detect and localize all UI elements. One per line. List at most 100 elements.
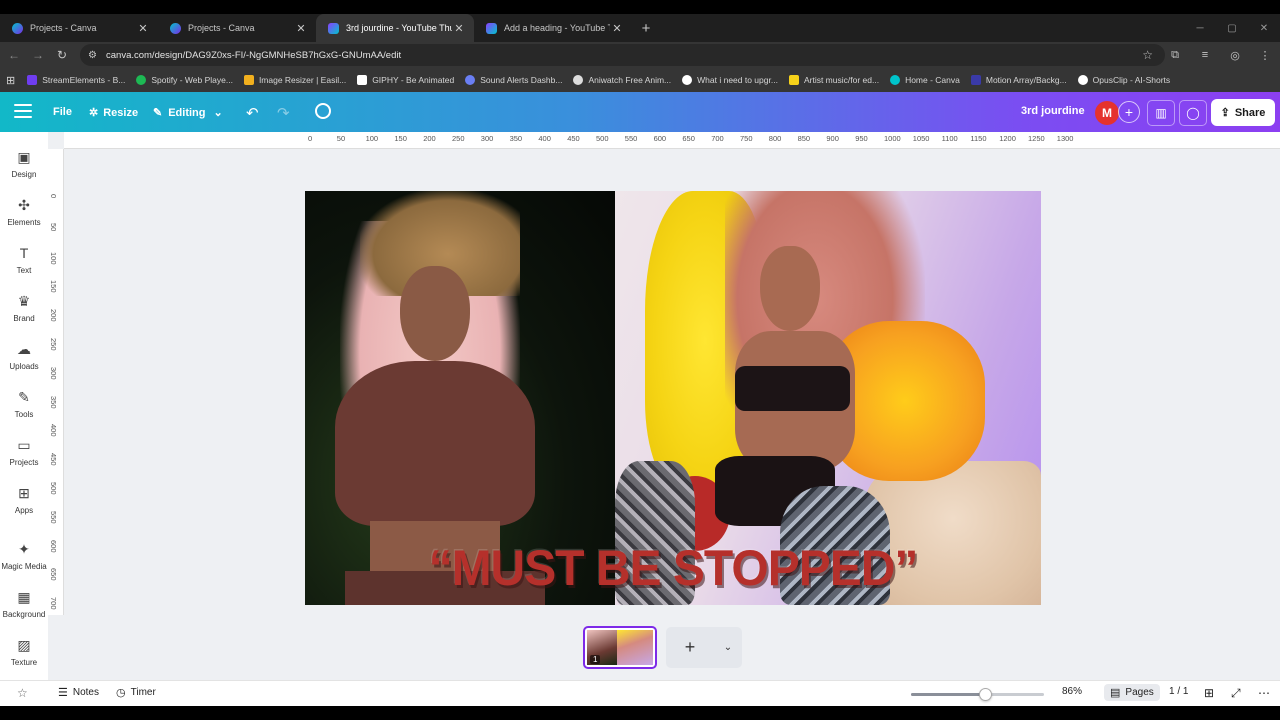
bookmark[interactable]: Home - Canva	[890, 75, 960, 85]
menu-hamburger-icon[interactable]	[14, 104, 32, 120]
notes-button[interactable]: ☰ Notes	[58, 686, 99, 699]
file-menu-button[interactable]: File	[53, 106, 72, 118]
sidebar-item-apps[interactable]: ⊞ Apps	[0, 476, 48, 524]
resize-icon: ✲	[89, 107, 99, 119]
bookmark-favicon-icon	[465, 75, 476, 85]
bookmark[interactable]: GIPHY - Be Animated	[357, 75, 454, 85]
browser-tab-active[interactable]: 3rd jourdine - YouTube Thumbn ✕	[316, 14, 474, 42]
forward-icon[interactable]: →	[26, 48, 50, 62]
sidebar-item-texture[interactable]: ▨ Texture	[0, 628, 48, 676]
menu-icon[interactable]: ⋮	[1250, 49, 1280, 62]
cloud-save-icon[interactable]	[315, 103, 331, 119]
timer-label: Timer	[130, 687, 156, 698]
reload-icon[interactable]: ↻	[50, 48, 74, 62]
bookmark[interactable]: Aniwatch Free Anim...	[573, 75, 671, 85]
redo-icon[interactable]: ↷	[277, 104, 290, 122]
ruler-tick-label: 200	[49, 309, 58, 322]
headline-text[interactable]: “MUST BE STOPPED”	[305, 540, 1041, 598]
ruler-tick-label: 550	[49, 510, 58, 524]
undo-icon[interactable]: ↶	[246, 104, 259, 122]
bookmark-label: Image Resizer | Easil...	[258, 75, 347, 85]
address-bar: ← → ↻ ⚙ canva.com/design/DAG9Z0xs-FI/-Ng…	[0, 42, 1280, 68]
bookmark[interactable]: Motion Array/Backg...	[970, 75, 1067, 85]
close-icon[interactable]: ✕	[294, 22, 308, 35]
elements-icon: ✣	[18, 197, 30, 213]
sidebar-item-label: Projects	[9, 458, 39, 467]
chevron-down-icon[interactable]: ⌄	[714, 642, 742, 653]
help-star-icon[interactable]: ☆	[17, 686, 28, 700]
sidebar-item-uploads[interactable]: ☁ Uploads	[0, 332, 48, 380]
close-icon[interactable]: ✕	[452, 22, 466, 35]
zoom-slider[interactable]	[911, 688, 1044, 701]
page-thumbnail[interactable]: 1	[583, 626, 657, 669]
thumbnail-right	[617, 630, 653, 665]
canva-design-icon	[328, 22, 339, 34]
back-icon[interactable]: ←	[2, 48, 26, 62]
share-icon: ⇪	[1220, 107, 1230, 119]
sidebar-item-elements[interactable]: ✣ Elements	[0, 188, 48, 236]
bookmark-star-icon[interactable]: ☆	[1142, 48, 1153, 62]
photo-detail	[760, 246, 820, 331]
ruler-tick-label: 500	[49, 482, 58, 495]
text-icon: T	[19, 245, 29, 261]
bookmark-label: Home - Canva	[905, 75, 960, 85]
new-tab-button[interactable]: +	[632, 14, 660, 42]
timer-button[interactable]: ◷ Timer	[116, 686, 156, 699]
media-icon[interactable]: ≡	[1190, 49, 1220, 61]
bookmark[interactable]: What i need to upgr...	[682, 75, 778, 85]
sidebar-item-magic-media[interactable]: ✦ Magic Media	[0, 532, 48, 580]
resize-button[interactable]: ✲ Resize	[89, 106, 139, 120]
more-options-icon[interactable]: ⋯	[1258, 686, 1270, 700]
browser-tab[interactable]: Projects - Canva ✕	[0, 14, 158, 42]
ruler-tick-label: 150	[394, 134, 407, 143]
fullscreen-icon[interactable]: ⤢	[1231, 686, 1241, 701]
bookmark[interactable]: StreamElements - B...	[27, 75, 125, 85]
close-icon[interactable]: ✕	[136, 22, 150, 35]
bookmark[interactable]: Sound Alerts Dashb...	[465, 75, 562, 85]
window-controls: ─ ▢ ✕	[1184, 14, 1280, 42]
bookmark[interactable]: Image Resizer | Easil...	[243, 75, 347, 85]
bookmark-favicon-icon	[243, 75, 254, 85]
comments-icon[interactable]: ◯	[1179, 100, 1207, 126]
extensions-icon[interactable]: ⧉	[1160, 49, 1190, 62]
minimize-icon[interactable]: ─	[1184, 23, 1216, 34]
close-window-icon[interactable]: ✕	[1248, 23, 1280, 34]
share-button[interactable]: ⇪ Share	[1211, 99, 1275, 126]
close-icon[interactable]: ✕	[610, 22, 624, 35]
site-info-icon[interactable]: ⚙	[88, 50, 104, 61]
avatar[interactable]: M	[1095, 101, 1119, 125]
ruler-tick-label: 500	[596, 134, 609, 143]
sidebar-item-text[interactable]: T Text	[0, 236, 48, 284]
browser-tab[interactable]: Add a heading - YouTube Thumb ✕	[474, 14, 632, 42]
design-page[interactable]: “MUST BE STOPPED”	[305, 191, 1041, 605]
bookmark[interactable]: Artist music/for ed...	[788, 75, 879, 85]
maximize-icon[interactable]: ▢	[1216, 23, 1248, 34]
invite-plus-icon[interactable]: +	[1118, 101, 1140, 123]
zoom-slider-fill	[911, 693, 986, 696]
pages-icon: ▤	[1110, 687, 1121, 699]
url-field[interactable]: ⚙ canva.com/design/DAG9Z0xs-FI/-NgGMNHeS…	[80, 44, 1165, 66]
pages-button[interactable]: ▤ Pages	[1104, 684, 1160, 701]
profile-icon[interactable]: ◎	[1220, 49, 1250, 62]
apps-grid-icon[interactable]: ⊞	[6, 74, 15, 87]
sidebar-item-tools[interactable]: ✎ Tools	[0, 380, 48, 428]
document-title[interactable]: 3rd jourdine	[1021, 105, 1085, 117]
ruler-tick-label: 400	[538, 134, 551, 143]
grid-view-icon[interactable]: ⊞	[1204, 686, 1214, 700]
add-page-button[interactable]: + ⌄	[666, 627, 742, 668]
bottom-bar: ☆ ☰ Notes ◷ Timer 86% ▤ Pages 1 / 1 ⊞ ⤢ ⋯	[0, 680, 1280, 706]
bookmark[interactable]: Spotify - Web Playe...	[136, 75, 233, 85]
sidebar-item-projects[interactable]: ▭ Projects	[0, 428, 48, 476]
resize-label: Resize	[103, 106, 139, 119]
browser-tab[interactable]: Projects - Canva ✕	[158, 14, 316, 42]
zoom-slider-handle[interactable]	[979, 688, 993, 701]
sidebar-item-background[interactable]: ▦ Background	[0, 580, 48, 628]
zoom-level[interactable]: 86%	[1062, 686, 1082, 697]
sidebar-item-design[interactable]: ▣ Design	[0, 140, 48, 188]
sidebar-item-brand[interactable]: ♛ Brand	[0, 284, 48, 332]
canva-icon	[12, 22, 23, 34]
insights-chart-icon[interactable]: ▥	[1147, 100, 1175, 126]
editing-mode-dropdown[interactable]: ✎ Editing ⌄	[153, 106, 223, 120]
sidebar-item-label: Apps	[14, 506, 34, 515]
bookmark[interactable]: OpusClip - AI-Shorts	[1077, 75, 1170, 85]
